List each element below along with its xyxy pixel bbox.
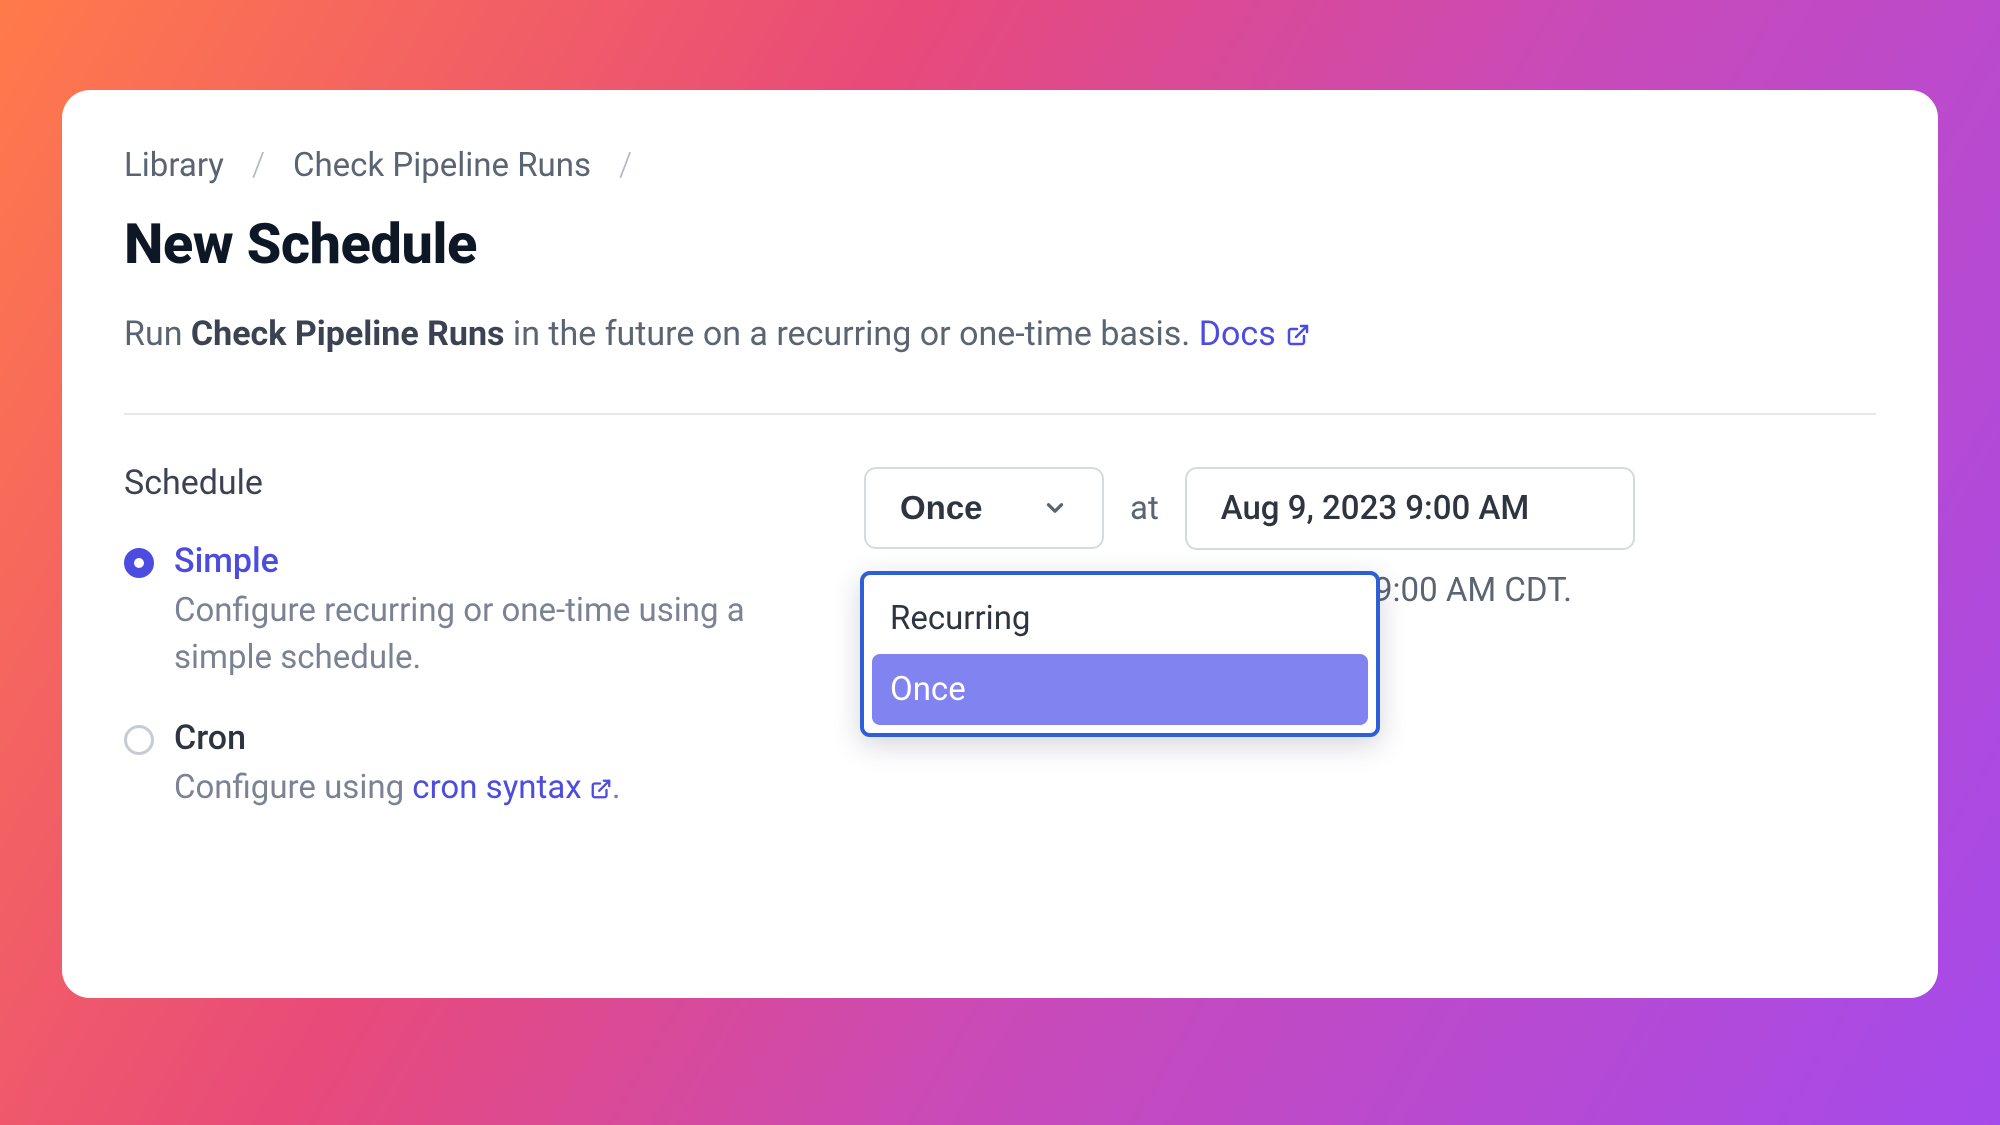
schedule-config-column: Once at Aug 9, 2023 9:00 AM 9:00 AM CDT.… [864,463,1876,550]
at-label: at [1130,489,1159,528]
radio-simple-title: Simple [174,541,804,581]
radio-simple-desc: Configure recurring or one-time using a … [174,587,804,683]
subtitle-suffix: in the future on a recurring or one-time… [505,314,1199,354]
radio-cron-text: Cron Configure using cron syntax . [174,718,621,812]
divider [124,413,1876,415]
frequency-dropdown: Recurring Once [860,571,1380,737]
breadcrumb-library[interactable]: Library [124,146,224,185]
docs-link[interactable]: Docs [1199,311,1310,359]
cron-syntax-link-label: cron syntax [412,768,581,807]
radio-cron-desc: Configure using cron syntax . [174,764,621,812]
frequency-option-once[interactable]: Once [872,654,1368,725]
schedule-section: Schedule Simple Configure recurring or o… [124,463,1876,849]
docs-link-label: Docs [1199,311,1276,359]
external-link-icon [1286,323,1310,347]
schedule-card: Library / Check Pipeline Runs / New Sche… [62,90,1938,998]
datetime-input[interactable]: Aug 9, 2023 9:00 AM [1185,467,1635,550]
radio-cron[interactable] [124,725,154,755]
breadcrumb-separator: / [619,146,632,185]
frequency-select[interactable]: Once [864,467,1104,549]
page-title: New Schedule [124,211,1876,277]
radio-simple-text: Simple Configure recurring or one-time u… [174,541,804,683]
external-link-icon [590,778,612,800]
radio-option-simple[interactable]: Simple Configure recurring or one-time u… [124,541,804,683]
cron-syntax-link[interactable]: cron syntax [412,768,612,807]
next-run-text: 9:00 AM CDT. [1374,571,1572,610]
chevron-down-icon [1042,495,1068,521]
schedule-type-column: Schedule Simple Configure recurring or o… [124,463,804,849]
cron-desc-suffix: . [612,768,621,807]
radio-simple[interactable] [124,548,154,578]
subtitle-pipeline-name: Check Pipeline Runs [191,314,505,354]
schedule-section-label: Schedule [124,463,804,503]
frequency-select-value: Once [900,489,983,527]
radio-option-cron[interactable]: Cron Configure using cron syntax . [124,718,804,812]
radio-cron-title: Cron [174,718,621,758]
breadcrumb-check-pipeline-runs[interactable]: Check Pipeline Runs [293,146,591,185]
breadcrumb-separator: / [252,146,265,185]
cron-desc-prefix: Configure using [174,768,412,807]
breadcrumb: Library / Check Pipeline Runs / [124,146,1876,185]
page-subtitle: Run Check Pipeline Runs in the future on… [124,311,1876,359]
subtitle-prefix: Run [124,314,191,354]
frequency-option-recurring[interactable]: Recurring [872,583,1368,654]
